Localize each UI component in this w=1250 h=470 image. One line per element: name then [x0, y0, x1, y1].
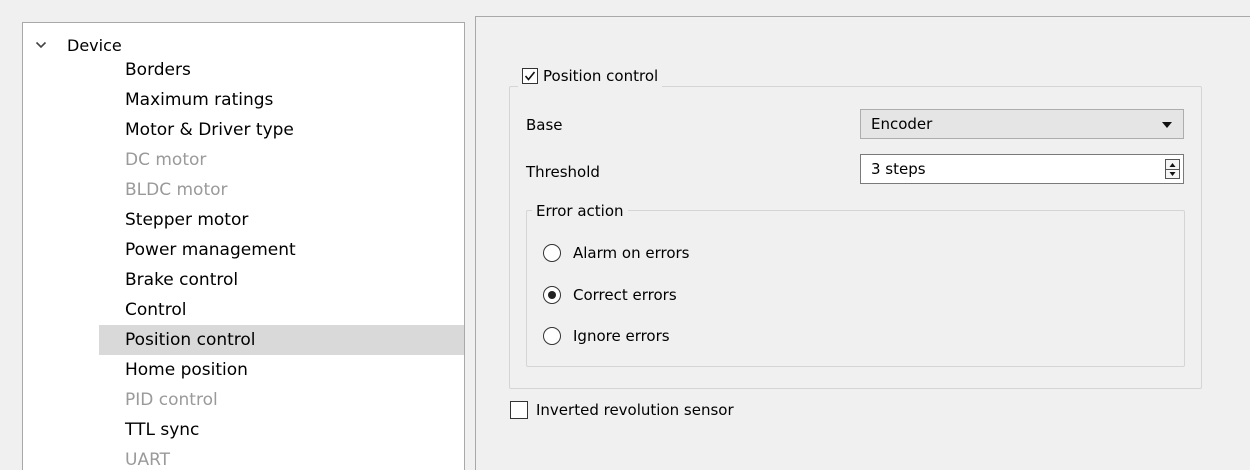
- tree-item-uart: UART: [125, 450, 171, 470]
- position-control-label: Position control: [543, 67, 659, 85]
- radio-button[interactable]: [543, 244, 561, 262]
- tree-item-bldc-motor: BLDC motor: [125, 180, 228, 200]
- radio-ignore-errors[interactable]: Ignore errors: [543, 327, 670, 345]
- arrow-up-icon: [1169, 163, 1176, 167]
- tree-item-maximum-ratings[interactable]: Maximum ratings: [99, 85, 464, 115]
- tree-item-control[interactable]: Control: [99, 295, 464, 325]
- tree-item-stepper-motor[interactable]: Stepper motor: [99, 205, 464, 235]
- radio-button[interactable]: [543, 327, 561, 345]
- threshold-value[interactable]: 3 steps: [871, 160, 926, 178]
- chevron-down-icon[interactable]: [35, 39, 47, 51]
- tree-item-ttl-sync[interactable]: TTL sync: [99, 415, 464, 445]
- settings-tree[interactable]: Device Borders Maximum ratings Motor & Dri…: [22, 22, 465, 470]
- position-control-panel: Position control Base Encoder Threshold …: [475, 16, 1250, 470]
- radio-label: Alarm on errors: [573, 244, 690, 262]
- tree-item-motor-driver-type[interactable]: Motor & Driver type: [99, 115, 464, 145]
- position-control-toggle[interactable]: Position control: [518, 65, 663, 87]
- checkmark-icon: [524, 71, 536, 81]
- tree-item-brake-control[interactable]: Brake control: [99, 265, 464, 295]
- position-control-checkbox[interactable]: [522, 68, 538, 84]
- inverted-sensor-label: Inverted revolution sensor: [536, 401, 734, 419]
- threshold-stepper[interactable]: [1165, 159, 1180, 179]
- inverted-sensor-checkbox[interactable]: [510, 401, 528, 419]
- tree-item-position-control[interactable]: Position control: [99, 325, 464, 355]
- spin-down-button[interactable]: [1166, 170, 1179, 179]
- threshold-spinbox[interactable]: 3 steps: [860, 154, 1184, 184]
- inverted-sensor-toggle[interactable]: Inverted revolution sensor: [510, 401, 734, 419]
- spin-up-button[interactable]: [1166, 160, 1179, 170]
- base-dropdown-value: Encoder: [871, 115, 933, 133]
- base-dropdown[interactable]: Encoder: [860, 109, 1184, 139]
- radio-label: Correct errors: [573, 286, 677, 304]
- tree-item-power-management[interactable]: Power management: [99, 235, 464, 265]
- tree-root-label: Device: [67, 35, 122, 55]
- tree-item-borders[interactable]: Borders: [99, 55, 464, 85]
- radio-button[interactable]: [543, 286, 561, 304]
- radio-correct-errors[interactable]: Correct errors: [543, 286, 677, 304]
- base-label: Base: [526, 116, 563, 134]
- threshold-label: Threshold: [526, 163, 600, 181]
- dropdown-arrow-icon: [1162, 122, 1172, 128]
- tree-item-home-position[interactable]: Home position: [99, 355, 464, 385]
- tree-item-dc-motor: DC motor: [125, 150, 207, 170]
- tree-item-pid-control: PID control: [125, 390, 218, 410]
- error-action-title: Error action: [532, 201, 628, 221]
- radio-alarm-on-errors[interactable]: Alarm on errors: [543, 244, 689, 262]
- error-action-label: Error action: [536, 202, 624, 220]
- radio-label: Ignore errors: [573, 327, 670, 345]
- arrow-down-icon: [1169, 171, 1176, 176]
